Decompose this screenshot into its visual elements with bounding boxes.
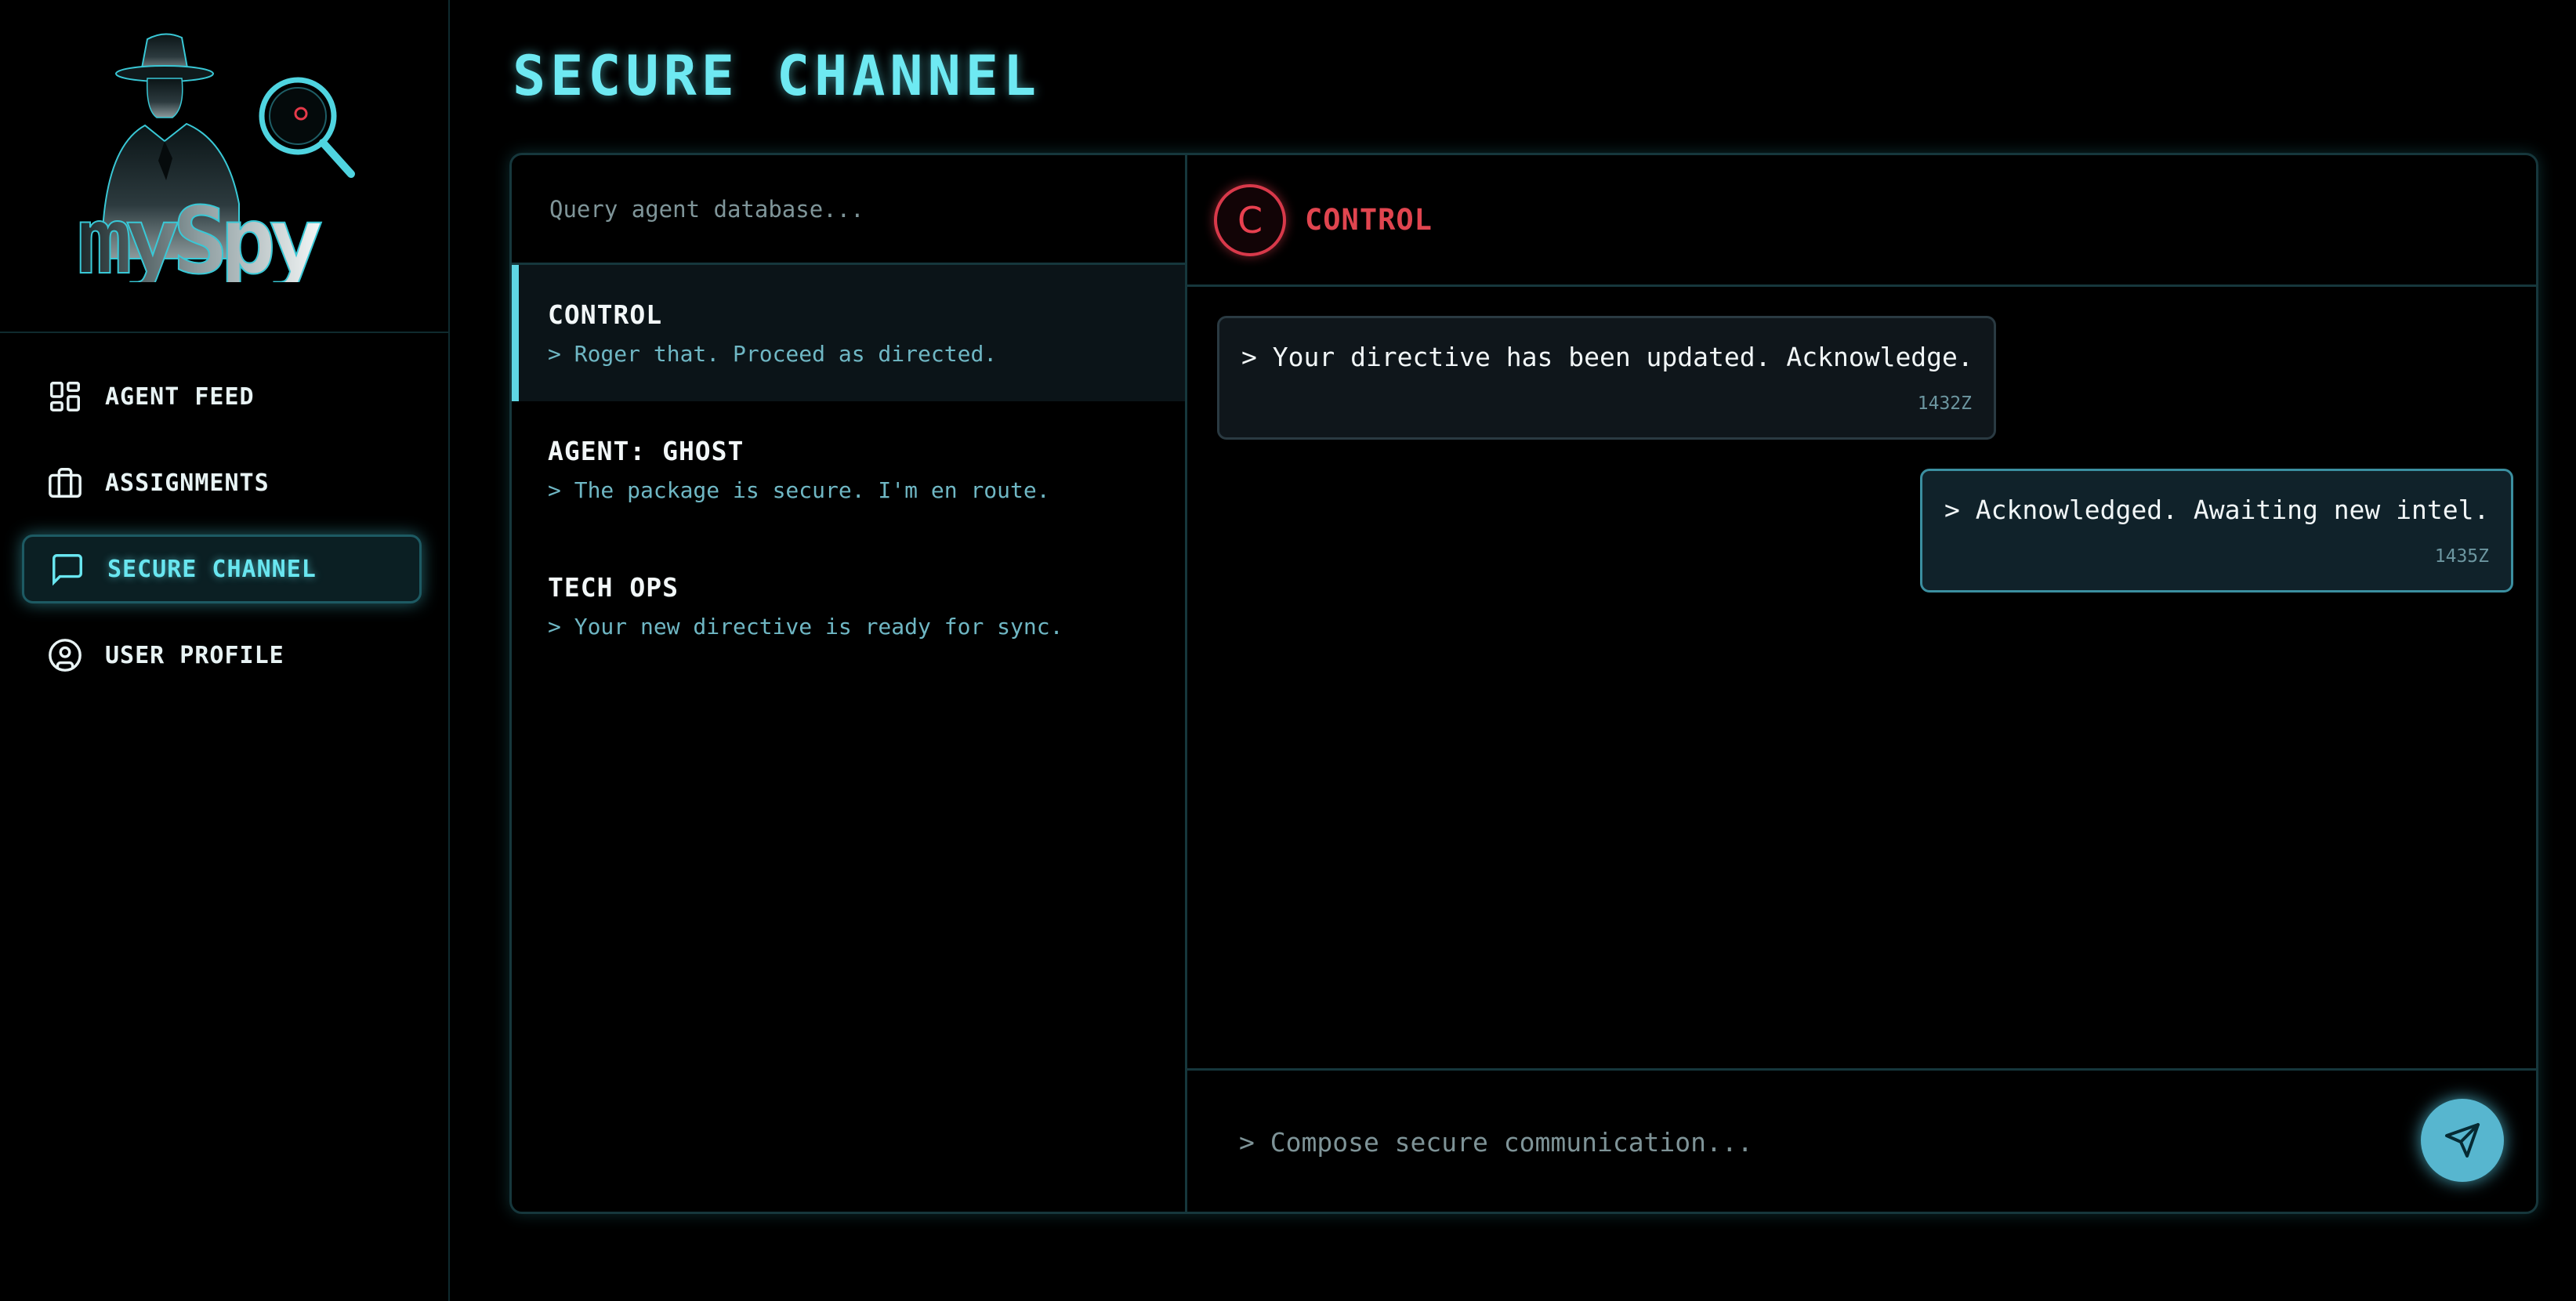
sidebar-item-label: SECURE CHANNEL [107, 555, 317, 583]
conversation-pane: CONTROL > Roger that. Proceed as directe… [512, 155, 1187, 1212]
chat-bubble-icon [53, 554, 82, 586]
search-bar [512, 155, 1185, 265]
dashboard-icon [50, 382, 80, 411]
conversation-preview: > Your new directive is ready for sync. [548, 614, 1063, 640]
conversation-name: CONTROL [548, 299, 663, 330]
chat-pane: C CONTROL > Your directive has been upda… [1187, 155, 2536, 1212]
sidebar-item-label: USER PROFILE [105, 641, 284, 669]
sidebar-item-agent-feed[interactable]: AGENT FEED [22, 362, 422, 431]
send-icon [2445, 1123, 2480, 1158]
message-outgoing: > Acknowledged. Awaiting new intel. 1435… [1920, 469, 2513, 593]
conversation-preview: > Roger that. Proceed as directed. [548, 341, 998, 367]
conversation-item-agent-ghost[interactable]: AGENT: GHOST > The package is secure. I'… [512, 401, 1185, 538]
send-button[interactable] [2421, 1099, 2504, 1182]
message-text: > Your directive has been updated. Ackno… [1241, 342, 1973, 372]
message-timestamp: 1432Z [1917, 393, 1972, 414]
chat-contact-name: CONTROL [1305, 203, 1433, 237]
logo-text: mySpy [77, 187, 321, 282]
conversation-list: CONTROL > Roger that. Proceed as directe… [512, 265, 1185, 674]
sidebar-item-label: ASSIGNMENTS [105, 469, 270, 497]
briefcase-icon [49, 468, 82, 498]
avatar: C [1214, 183, 1286, 256]
sidebar-item-user-profile[interactable]: USER PROFILE [22, 621, 422, 690]
conversation-name: TECH OPS [548, 572, 679, 603]
chat-header: C CONTROL [1187, 155, 2536, 287]
conversation-item-control[interactable]: CONTROL > Roger that. Proceed as directe… [512, 265, 1185, 401]
page-title: SECURE CHANNEL [513, 44, 1042, 108]
conversation-item-tech-ops[interactable]: TECH OPS > Your new directive is ready f… [512, 538, 1185, 674]
search-input[interactable] [548, 194, 1147, 223]
sidebar-divider [0, 332, 448, 333]
sidebar-item-label: AGENT FEED [105, 382, 255, 411]
app-root: mySpy AGENT FEED ASSIGNMENTS SECURE CHAN… [0, 0, 2576, 1301]
message-composer [1187, 1068, 2536, 1212]
user-circle-icon [49, 639, 82, 672]
myspy-logo: mySpy [71, 24, 384, 295]
sidebar: mySpy AGENT FEED ASSIGNMENTS SECURE CHAN… [0, 0, 450, 1301]
messaging-panel: CONTROL > Roger that. Proceed as directe… [509, 153, 2538, 1214]
conversation-name: AGENT: GHOST [548, 436, 745, 466]
conversation-preview: > The package is secure. I'm en route. [548, 477, 1050, 503]
message-timestamp: 1435Z [2434, 546, 2489, 567]
message-incoming: > Your directive has been updated. Ackno… [1217, 316, 1996, 440]
sidebar-item-secure-channel[interactable]: SECURE CHANNEL [22, 535, 422, 603]
sidebar-item-assignments[interactable]: ASSIGNMENTS [22, 448, 422, 517]
sidebar-nav: AGENT FEED ASSIGNMENTS SECURE CHANNEL US… [22, 362, 422, 707]
compose-input[interactable] [1237, 1119, 2338, 1165]
message-text: > Acknowledged. Awaiting new intel. [1944, 495, 2490, 525]
